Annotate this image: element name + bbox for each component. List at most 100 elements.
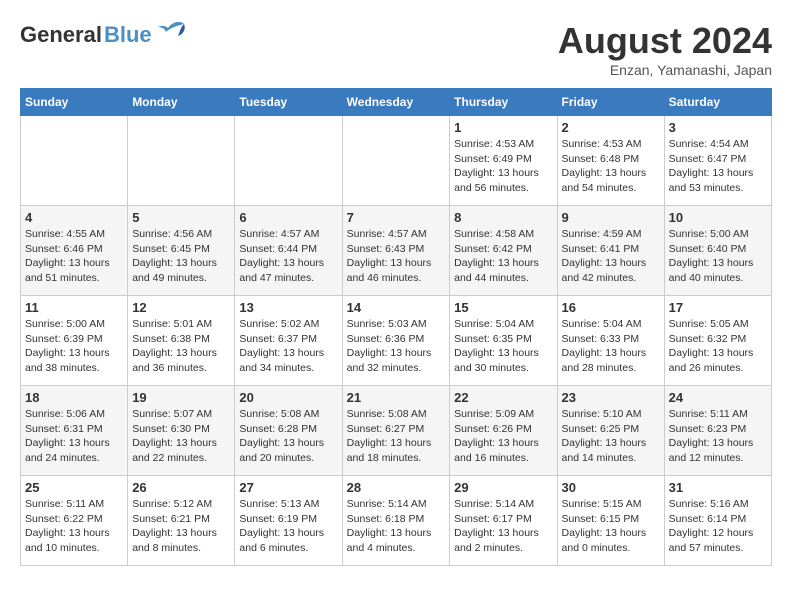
calendar-cell: 22Sunrise: 5:09 AMSunset: 6:26 PMDayligh… [450, 386, 557, 476]
day-number: 4 [25, 210, 123, 225]
day-number: 5 [132, 210, 230, 225]
day-number: 18 [25, 390, 123, 405]
title-block: August 2024 Enzan, Yamanashi, Japan [558, 20, 772, 78]
calendar-cell: 13 Sunrise: 5:02 AMSunset: 6:37 PMDayligh… [235, 296, 342, 386]
day-info: Sunrise: 5:02 AMSunset: 6:37 PMDaylight:… [239, 317, 337, 376]
day-info: Sunrise: 5:14 AMSunset: 6:17 PMDaylight:… [454, 497, 552, 556]
day-number: 30 [562, 480, 660, 495]
column-header-monday: Monday [128, 89, 235, 116]
day-number: 3 [669, 120, 767, 135]
day-number: 12 [132, 300, 230, 315]
day-number: 13 [239, 300, 337, 315]
calendar-cell [342, 116, 450, 206]
day-number: 19 [132, 390, 230, 405]
calendar-cell: 6 Sunrise: 4:57 AMSunset: 6:44 PMDaylight… [235, 206, 342, 296]
calendar-cell: 10 Sunrise: 5:00 AMSunset: 6:40 PMDayligh… [664, 206, 771, 296]
day-number: 9 [562, 210, 660, 225]
day-info: Sunrise: 4:58 AMSunset: 6:42 PMDaylight:… [454, 227, 552, 286]
day-info: Sunrise: 5:14 AMSunset: 6:18 PMDaylight:… [347, 497, 446, 556]
calendar-cell: 27 Sunrise: 5:13 AMSunset: 6:19 PMDayligh… [235, 476, 342, 566]
day-info: Sunrise: 4:53 AMSunset: 6:49 PMDaylight:… [454, 137, 552, 196]
calendar-cell: 17 Sunrise: 5:05 AMSunset: 6:32 PMDayligh… [664, 296, 771, 386]
day-info: Sunrise: 4:57 AMSunset: 6:44 PMDaylight:… [239, 227, 337, 286]
day-info: Sunrise: 5:07 AMSunset: 6:30 PMDaylight:… [132, 407, 230, 466]
day-info: Sunrise: 5:08 AMSunset: 6:27 PMDaylight:… [347, 407, 446, 466]
calendar-cell: 11 Sunrise: 5:00 AMSunset: 6:39 PMDayligh… [21, 296, 128, 386]
day-number: 31 [669, 480, 767, 495]
day-number: 10 [669, 210, 767, 225]
day-info: Sunrise: 4:56 AMSunset: 6:45 PMDaylight:… [132, 227, 230, 286]
calendar-cell: 24Sunrise: 5:11 AMSunset: 6:23 PMDayligh… [664, 386, 771, 476]
calendar-cell: 1Sunrise: 4:53 AMSunset: 6:49 PMDaylight… [450, 116, 557, 206]
day-number: 2 [562, 120, 660, 135]
day-info: Sunrise: 5:12 AMSunset: 6:21 PMDaylight:… [132, 497, 230, 556]
day-info: Sunrise: 5:15 AMSunset: 6:15 PMDaylight:… [562, 497, 660, 556]
day-number: 25 [25, 480, 123, 495]
month-title: August 2024 [558, 20, 772, 62]
day-info: Sunrise: 5:09 AMSunset: 6:26 PMDaylight:… [454, 407, 552, 466]
logo-blue: Blue [104, 22, 152, 48]
calendar-week-5: 25Sunrise: 5:11 AMSunset: 6:22 PMDayligh… [21, 476, 772, 566]
logo-bird-icon [156, 20, 188, 42]
logo: General Blue [20, 20, 188, 50]
calendar-cell: 9Sunrise: 4:59 AMSunset: 6:41 PMDaylight… [557, 206, 664, 296]
calendar-table: SundayMondayTuesdayWednesdayThursdayFrid… [20, 88, 772, 566]
day-number: 16 [562, 300, 660, 315]
calendar-cell: 20Sunrise: 5:08 AMSunset: 6:28 PMDayligh… [235, 386, 342, 476]
day-number: 8 [454, 210, 552, 225]
column-header-saturday: Saturday [664, 89, 771, 116]
day-info: Sunrise: 5:00 AMSunset: 6:40 PMDaylight:… [669, 227, 767, 286]
calendar-week-4: 18 Sunrise: 5:06 AMSunset: 6:31 PMDayligh… [21, 386, 772, 476]
day-info: Sunrise: 4:57 AMSunset: 6:43 PMDaylight:… [347, 227, 446, 286]
calendar-cell: 31 Sunrise: 5:16 AMSunset: 6:14 PMDayligh… [664, 476, 771, 566]
day-info: Sunrise: 5:10 AMSunset: 6:25 PMDaylight:… [562, 407, 660, 466]
calendar-cell: 12Sunrise: 5:01 AMSunset: 6:38 PMDayligh… [128, 296, 235, 386]
calendar-cell: 29 Sunrise: 5:14 AMSunset: 6:17 PMDayligh… [450, 476, 557, 566]
day-number: 27 [239, 480, 337, 495]
calendar-week-2: 4 Sunrise: 4:55 AMSunset: 6:46 PMDaylight… [21, 206, 772, 296]
day-number: 26 [132, 480, 230, 495]
calendar-cell: 26 Sunrise: 5:12 AMSunset: 6:21 PMDayligh… [128, 476, 235, 566]
day-number: 20 [239, 390, 337, 405]
page-header: General Blue August 2024 Enzan, Yamanash… [20, 20, 772, 78]
day-number: 28 [347, 480, 446, 495]
calendar-cell: 7Sunrise: 4:57 AMSunset: 6:43 PMDaylight… [342, 206, 450, 296]
calendar-header-row: SundayMondayTuesdayWednesdayThursdayFrid… [21, 89, 772, 116]
location-subtitle: Enzan, Yamanashi, Japan [558, 62, 772, 78]
calendar-cell: 15Sunrise: 5:04 AMSunset: 6:35 PMDayligh… [450, 296, 557, 386]
logo-general: General [20, 22, 102, 48]
day-info: Sunrise: 5:04 AMSunset: 6:33 PMDaylight:… [562, 317, 660, 376]
day-number: 17 [669, 300, 767, 315]
column-header-wednesday: Wednesday [342, 89, 450, 116]
calendar-cell: 28 Sunrise: 5:14 AMSunset: 6:18 PMDayligh… [342, 476, 450, 566]
calendar-cell [128, 116, 235, 206]
calendar-cell: 2 Sunrise: 4:53 AMSunset: 6:48 PMDaylight… [557, 116, 664, 206]
calendar-cell: 4 Sunrise: 4:55 AMSunset: 6:46 PMDaylight… [21, 206, 128, 296]
calendar-cell [21, 116, 128, 206]
calendar-week-3: 11 Sunrise: 5:00 AMSunset: 6:39 PMDayligh… [21, 296, 772, 386]
day-info: Sunrise: 5:16 AMSunset: 6:14 PMDaylight:… [669, 497, 767, 556]
day-number: 21 [347, 390, 446, 405]
calendar-cell: 14Sunrise: 5:03 AMSunset: 6:36 PMDayligh… [342, 296, 450, 386]
day-number: 14 [347, 300, 446, 315]
calendar-cell: 3Sunrise: 4:54 AMSunset: 6:47 PMDaylight… [664, 116, 771, 206]
column-header-friday: Friday [557, 89, 664, 116]
day-info: Sunrise: 5:06 AMSunset: 6:31 PMDaylight:… [25, 407, 123, 466]
calendar-cell: 5 Sunrise: 4:56 AMSunset: 6:45 PMDaylight… [128, 206, 235, 296]
day-info: Sunrise: 5:04 AMSunset: 6:35 PMDaylight:… [454, 317, 552, 376]
calendar-cell: 30 Sunrise: 5:15 AMSunset: 6:15 PMDayligh… [557, 476, 664, 566]
calendar-week-1: 1Sunrise: 4:53 AMSunset: 6:49 PMDaylight… [21, 116, 772, 206]
calendar-cell: 23 Sunrise: 5:10 AMSunset: 6:25 PMDayligh… [557, 386, 664, 476]
day-info: Sunrise: 4:55 AMSunset: 6:46 PMDaylight:… [25, 227, 123, 286]
day-number: 23 [562, 390, 660, 405]
day-number: 6 [239, 210, 337, 225]
day-info: Sunrise: 4:53 AMSunset: 6:48 PMDaylight:… [562, 137, 660, 196]
column-header-thursday: Thursday [450, 89, 557, 116]
day-info: Sunrise: 5:13 AMSunset: 6:19 PMDaylight:… [239, 497, 337, 556]
day-number: 29 [454, 480, 552, 495]
calendar-cell: 21 Sunrise: 5:08 AMSunset: 6:27 PMDayligh… [342, 386, 450, 476]
day-info: Sunrise: 5:00 AMSunset: 6:39 PMDaylight:… [25, 317, 123, 376]
day-number: 11 [25, 300, 123, 315]
day-info: Sunrise: 5:05 AMSunset: 6:32 PMDaylight:… [669, 317, 767, 376]
calendar-cell: 16 Sunrise: 5:04 AMSunset: 6:33 PMDayligh… [557, 296, 664, 386]
